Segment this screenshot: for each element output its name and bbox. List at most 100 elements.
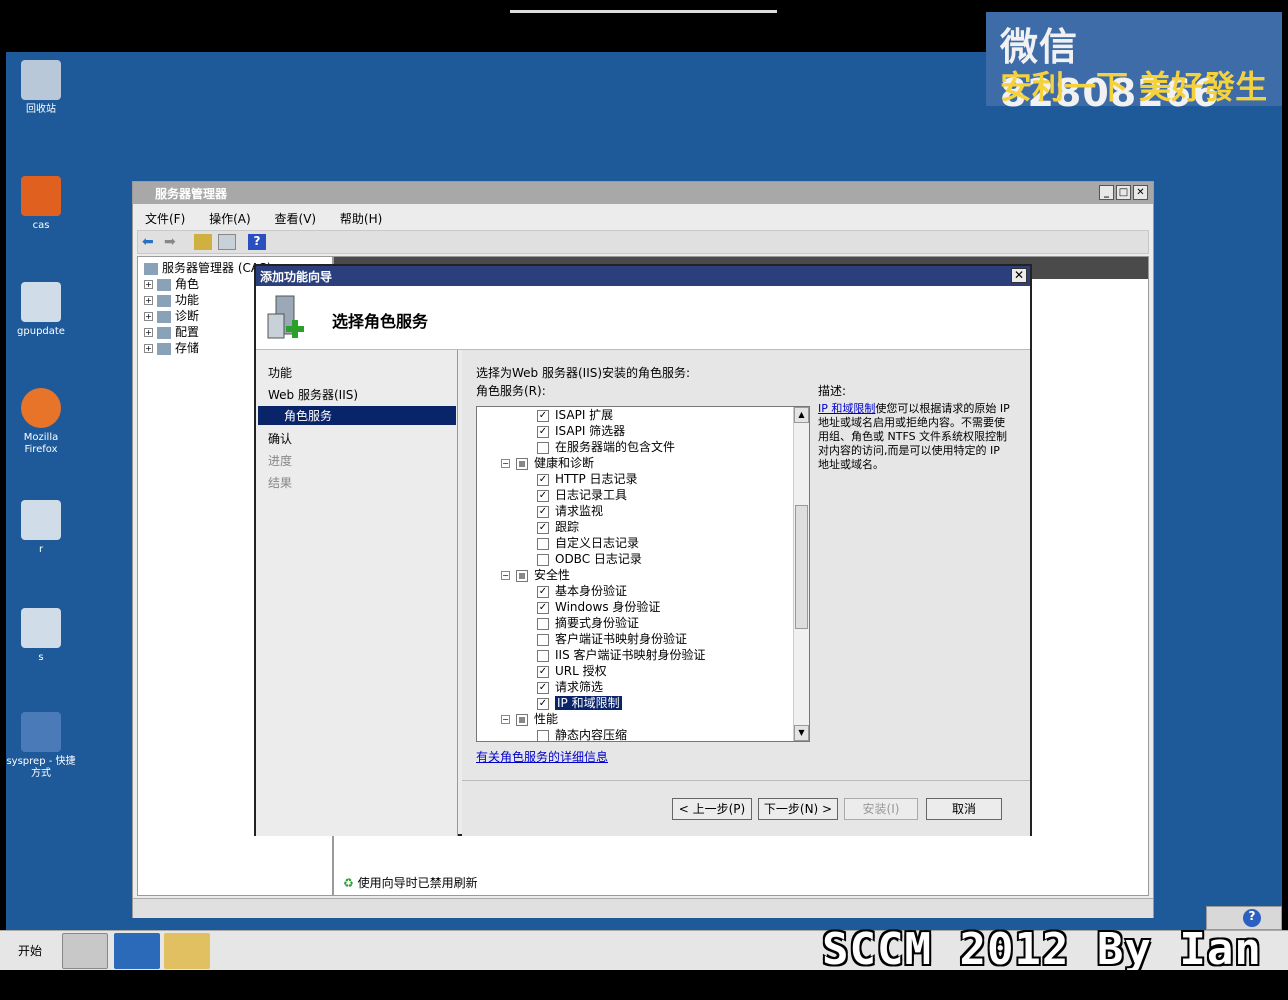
collapse-icon[interactable]: − <box>501 459 510 468</box>
expand-icon[interactable]: + <box>144 296 153 305</box>
checkbox[interactable]: ✓ <box>537 409 549 422</box>
desktop-icon-label: cas <box>32 220 50 231</box>
powershell-icon[interactable] <box>114 933 160 969</box>
checkbox[interactable] <box>516 569 528 582</box>
tree-item-configuration[interactable]: + 配置 <box>144 323 199 340</box>
server-manager-taskbar-icon[interactable] <box>62 933 108 969</box>
role-service-item[interactable]: ✓ IP 和域限制 <box>537 695 622 711</box>
checkbox[interactable]: ✓ <box>537 585 549 598</box>
nav-results: 结果 <box>268 476 293 490</box>
scroll-down-icon[interactable]: ▼ <box>794 725 809 741</box>
checkbox[interactable] <box>537 537 549 550</box>
prev-button[interactable]: < 上一步(P) <box>672 798 752 820</box>
expand-icon[interactable]: + <box>144 280 153 289</box>
checkbox[interactable]: ✓ <box>537 505 549 518</box>
up-folder-icon[interactable] <box>194 234 212 250</box>
minimize-button[interactable]: _ <box>1099 185 1114 200</box>
desktop-icon-gpupdate[interactable]: gpupdate <box>6 282 76 338</box>
role-service-item[interactable]: 在服务器端的包含文件 <box>537 439 675 455</box>
role-service-item[interactable]: ✓ HTTP 日志记录 <box>537 471 638 487</box>
menu-file[interactable]: 文件(F) <box>145 210 185 227</box>
start-button[interactable]: 开始 <box>4 937 52 965</box>
role-service-item[interactable]: ✓ 请求监视 <box>537 503 603 519</box>
desktop-icon-recycle-bin[interactable]: 回收站 <box>6 60 76 116</box>
checkbox[interactable]: ✓ <box>537 665 549 678</box>
checkbox[interactable]: ✓ <box>537 601 549 614</box>
show-hide-tree-icon[interactable] <box>218 234 236 250</box>
role-service-item[interactable]: ✓ 基本身份验证 <box>537 583 627 599</box>
maximize-button[interactable]: □ <box>1116 185 1131 200</box>
desktop-icon-cas[interactable]: cas <box>6 176 76 232</box>
role-service-item[interactable]: ✓ ISAPI 筛选器 <box>537 423 625 439</box>
scroll-up-icon[interactable]: ▲ <box>794 407 809 423</box>
checkbox[interactable] <box>516 713 528 726</box>
checkbox[interactable] <box>537 633 549 646</box>
recycle-bin-icon <box>21 60 61 100</box>
next-button[interactable]: 下一步(N) > <box>758 798 838 820</box>
role-service-item[interactable]: ✓ Windows 身份验证 <box>537 599 660 615</box>
collapse-icon[interactable]: − <box>501 715 510 724</box>
role-service-item[interactable]: − 健康和诊断 <box>501 455 594 471</box>
role-service-item[interactable]: − 性能 <box>501 711 558 727</box>
checkbox[interactable] <box>516 457 528 470</box>
close-button[interactable]: ✕ <box>1011 268 1027 283</box>
collapse-icon[interactable]: − <box>501 571 510 580</box>
menu-action[interactable]: 操作(A) <box>209 210 251 227</box>
role-service-item[interactable]: 自定义日志记录 <box>537 535 639 551</box>
nav-features[interactable]: 功能 <box>268 364 292 381</box>
checkbox[interactable]: ✓ <box>537 489 549 502</box>
cancel-button[interactable]: 取消 <box>926 798 1002 820</box>
checkbox[interactable] <box>537 649 549 662</box>
tree-item-roles[interactable]: + 角色 <box>144 275 199 292</box>
menu-help[interactable]: 帮助(H) <box>340 210 382 227</box>
description-link[interactable]: IP 和域限制 <box>818 402 875 415</box>
role-service-item[interactable]: ✓ 请求筛选 <box>537 679 603 695</box>
role-service-item[interactable]: ✓ URL 授权 <box>537 663 607 679</box>
scrollbar[interactable]: ▲ ▼ <box>793 407 809 741</box>
help-icon[interactable]: ? <box>248 234 266 250</box>
close-button[interactable]: ✕ <box>1133 185 1148 200</box>
window-title-bar[interactable]: 服务器管理器 _ □ ✕ <box>133 182 1153 204</box>
checkbox[interactable] <box>537 729 549 741</box>
desktop-icon-firefox[interactable]: Mozilla Firefox <box>6 388 76 456</box>
checkbox[interactable]: ✓ <box>537 473 549 486</box>
checkbox[interactable] <box>537 441 549 454</box>
role-services-list[interactable]: ✓ ISAPI 扩展 ✓ ISAPI 筛选器 在服务器端的包含文件 − 健康和诊断 ✓ HTTP… <box>476 406 810 742</box>
nav-role-services[interactable]: 角色服务 <box>258 406 456 425</box>
role-service-item[interactable]: 客户端证书映射身份验证 <box>537 631 687 647</box>
expand-icon[interactable]: + <box>144 328 153 337</box>
checkbox[interactable]: ✓ <box>537 681 549 694</box>
checkbox[interactable]: ✓ <box>537 521 549 534</box>
scroll-thumb[interactable] <box>795 505 808 629</box>
role-service-item[interactable]: 静态内容压缩 <box>537 727 627 741</box>
tree-item-diagnostics[interactable]: + 诊断 <box>144 307 199 324</box>
role-service-item[interactable]: ✓ 跟踪 <box>537 519 579 535</box>
role-service-item[interactable]: ✓ 日志记录工具 <box>537 487 627 503</box>
tree-root[interactable]: 服务器管理器 (CAS) <box>144 259 271 276</box>
tree-item-features[interactable]: + 功能 <box>144 291 199 308</box>
desktop-icon-s[interactable]: s <box>6 608 76 664</box>
role-service-item[interactable]: IIS 客户端证书映射身份验证 <box>537 647 706 663</box>
checkbox[interactable]: ✓ <box>537 425 549 438</box>
role-service-item[interactable]: 摘要式身份验证 <box>537 615 639 631</box>
dialog-title-bar[interactable]: 添加功能向导 ✕ <box>256 266 1030 286</box>
expand-icon[interactable]: + <box>144 344 153 353</box>
desktop-icon-sysprep[interactable]: sysprep - 快捷方式 <box>6 712 76 780</box>
back-arrow-icon[interactable]: ⬅ <box>142 234 160 250</box>
checkbox[interactable]: ✓ <box>537 697 549 710</box>
dialog-title: 添加功能向导 <box>260 270 333 284</box>
desktop-icon-r[interactable]: r <box>6 500 76 556</box>
forward-arrow-icon[interactable]: ➡ <box>164 234 182 250</box>
explorer-folder-icon[interactable] <box>164 933 210 969</box>
nav-web-server[interactable]: Web 服务器(IIS) <box>268 386 358 403</box>
role-service-item[interactable]: ✓ ISAPI 扩展 <box>537 407 613 423</box>
expand-icon[interactable]: + <box>144 312 153 321</box>
role-service-item[interactable]: − 安全性 <box>501 567 570 583</box>
checkbox[interactable] <box>537 553 549 566</box>
nav-confirm[interactable]: 确认 <box>268 430 292 447</box>
tree-item-storage[interactable]: + 存储 <box>144 339 199 356</box>
more-info-link[interactable]: 有关角色服务的详细信息 <box>476 748 608 765</box>
menu-view[interactable]: 查看(V) <box>275 210 317 227</box>
role-service-item[interactable]: ODBC 日志记录 <box>537 551 642 567</box>
checkbox[interactable] <box>537 617 549 630</box>
